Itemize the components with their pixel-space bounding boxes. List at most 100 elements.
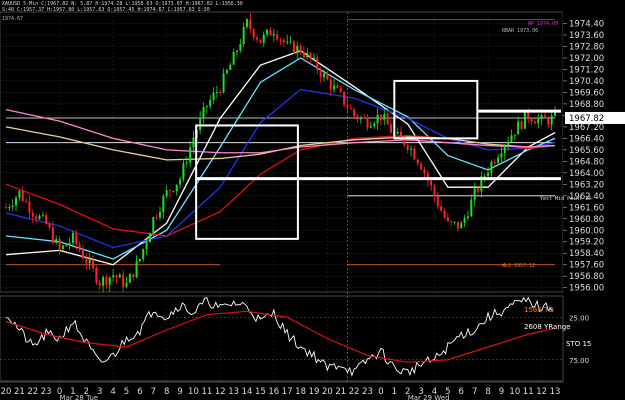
y-tick-label: 1963.20 — [569, 180, 604, 190]
candle-body — [51, 227, 54, 243]
candle-body — [45, 215, 48, 224]
stochastic-d-line — [5, 310, 556, 363]
candle-body — [232, 52, 235, 65]
candle-body — [61, 245, 64, 250]
candle-body — [145, 242, 148, 250]
candle-body — [446, 217, 449, 221]
candle-body — [199, 117, 202, 131]
candle-body — [269, 29, 272, 36]
chart-header-high: 1974.67 — [2, 16, 24, 22]
y-tick-label: 1971.20 — [569, 65, 604, 75]
x-tick-label: 13 — [228, 387, 239, 397]
candle-body — [15, 197, 18, 206]
candle-body — [396, 131, 399, 134]
candle-body — [503, 145, 506, 154]
y-tick-label: 1964.80 — [569, 157, 604, 167]
candle-body — [497, 157, 500, 164]
candle-body — [329, 79, 332, 90]
y-tick-label: 1970.40 — [569, 77, 604, 87]
candle-body — [346, 104, 349, 109]
x-tick-label: 13 — [550, 387, 561, 397]
y-tick-label: 1965.60 — [569, 146, 604, 156]
date-label: Mar 28 Tue — [60, 394, 99, 400]
candle-body — [533, 121, 536, 124]
candle-body — [363, 117, 366, 119]
candle-body — [108, 277, 111, 285]
x-tick-label: 7 — [472, 387, 477, 397]
x-tick-label: 18 — [295, 387, 306, 397]
candle-body — [520, 121, 523, 129]
candle-body — [102, 277, 105, 286]
candle-body — [406, 145, 409, 150]
last-price-label: 1967.82 — [569, 114, 604, 124]
candle-body — [416, 159, 419, 164]
candle-body — [356, 115, 359, 120]
annotation-box — [393, 79, 479, 140]
candle-body — [222, 73, 225, 93]
candle-body — [316, 57, 319, 71]
candle-body — [436, 196, 439, 207]
x-tick-label: 12 — [536, 387, 547, 397]
candle-body — [192, 137, 195, 148]
x-tick-label: 11 — [201, 387, 212, 397]
rbar-label: RBAR 1973.06 — [502, 28, 539, 34]
candle-body — [510, 135, 513, 142]
yrange-label: 2608 YRange — [524, 323, 571, 331]
candle-body — [35, 216, 38, 219]
y-tick-label: 1964.00 — [569, 169, 604, 179]
x-tick-label: 6 — [459, 387, 464, 397]
y-tick-label: 1956.00 — [569, 284, 604, 294]
candle-body — [349, 108, 352, 110]
oscillator-tick-label: 75.00 — [569, 357, 589, 365]
candle-body — [58, 238, 61, 250]
x-tick-label: 21 — [14, 387, 25, 397]
candle-body — [460, 223, 463, 229]
x-tick-label: 6 — [137, 387, 142, 397]
candle-body — [182, 162, 185, 180]
date-label: Mar 29 Wed — [408, 394, 450, 400]
candle-body — [319, 70, 322, 78]
candle-body — [202, 106, 205, 118]
candle-body — [132, 274, 135, 278]
candle-body — [487, 172, 490, 177]
candle-body — [215, 92, 218, 94]
candle-body — [490, 161, 493, 173]
candle-body — [282, 39, 285, 43]
candle-body — [473, 188, 476, 200]
candle-body — [323, 73, 326, 78]
x-tick-label: 9 — [499, 387, 504, 397]
x-tick-label: 19 — [309, 387, 320, 397]
candle-body — [81, 250, 84, 259]
candle-body — [389, 124, 392, 133]
stochastic-k-line — [5, 296, 554, 377]
candle-body — [71, 232, 74, 243]
candle-body — [65, 245, 68, 247]
candle-body — [302, 52, 305, 58]
x-tick-label: 15 — [255, 387, 266, 397]
x-tick-label: 11 — [523, 387, 534, 397]
candle-body — [470, 199, 473, 217]
candle-body — [205, 106, 208, 108]
pivot-label: Yest Mid Point 15 — [540, 196, 592, 202]
candle-body — [386, 114, 389, 125]
candle-body — [235, 50, 238, 53]
candle-body — [48, 223, 51, 228]
x-tick-label: 14 — [242, 387, 253, 397]
candle-body — [379, 114, 382, 120]
candle-body — [112, 275, 115, 278]
candle-body — [292, 41, 295, 54]
candle-body — [152, 217, 155, 234]
candle-body — [75, 232, 78, 245]
candle-body — [95, 267, 98, 283]
y-tick-label: 1968.80 — [569, 100, 604, 110]
x-tick-label: 8 — [164, 387, 169, 397]
candle-body — [242, 26, 245, 45]
candle-body — [537, 118, 540, 124]
candle-body — [507, 141, 510, 146]
x-tick-label: 10 — [188, 387, 199, 397]
candle-body — [25, 201, 28, 203]
candle-body — [11, 205, 14, 208]
candle-body — [289, 41, 292, 43]
candle-body — [443, 210, 446, 218]
candle-body — [483, 176, 486, 178]
